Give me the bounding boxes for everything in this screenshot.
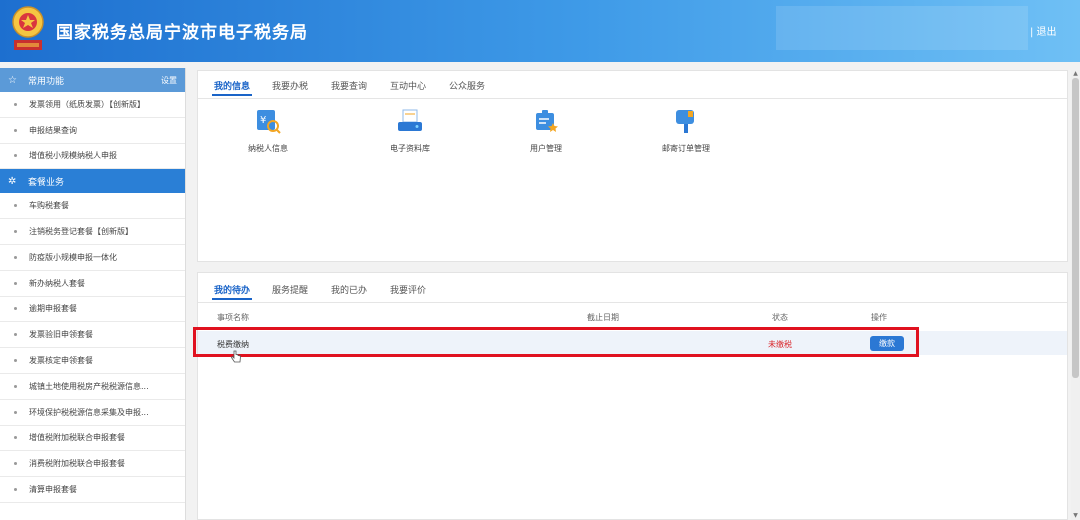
sidebar-item[interactable]: 新办纳税人套餐 [0, 271, 185, 297]
sidebar-item-label: 防疫版小规模申报一体化 [29, 252, 117, 262]
sidebar-item-label: 消费税附加税联合申报套餐 [29, 459, 125, 469]
sidebar-section-title: 套餐业务 [28, 177, 65, 188]
todo-tabs: 我的待办 服务提醒 我的已办 我要评价 [198, 273, 1067, 303]
sidebar-item[interactable]: 申报结果查询 [0, 118, 185, 144]
app-user-management[interactable]: 用户管理 [506, 107, 586, 154]
gear-icon: ✲ [8, 175, 17, 187]
app-mail-orders[interactable]: 邮寄订单管理 [646, 107, 726, 154]
sidebar-item-label: 城镇土地使用税房产税税源信息... [29, 381, 149, 391]
sidebar-item[interactable]: 城镇土地使用税房产税税源信息... [0, 374, 185, 400]
site-title: 国家税务总局宁波市电子税务局 [56, 23, 308, 43]
tab-service-reminder[interactable]: 服务提醒 [272, 283, 308, 296]
sidebar-item[interactable]: 注销税务登记套餐【创新版】 [0, 219, 185, 245]
sidebar-item[interactable]: 发票领用（纸质发票）【创新版】 [0, 92, 185, 118]
bullet-icon [14, 154, 17, 158]
tab-my-info[interactable]: 我的信息 [211, 79, 253, 96]
bullet-icon [14, 281, 17, 285]
column-header-action: 操作 [871, 313, 887, 322]
sidebar-item[interactable]: 增值税附加税联合申报套餐 [0, 426, 185, 452]
scroll-thumb[interactable] [1072, 78, 1079, 378]
bullet-icon [14, 204, 17, 208]
sidebar-item-label: 车购税套餐 [29, 201, 69, 211]
user-management-icon [536, 110, 558, 132]
bullet-icon [14, 128, 17, 132]
logout-link[interactable]: | 退出 [1030, 23, 1057, 38]
sidebar-item-label: 环境保护税税源信息采集及申报... [29, 407, 149, 417]
sidebar-item[interactable]: 车购税套餐 [0, 193, 185, 220]
hand-cursor-icon [230, 350, 241, 363]
app-label: 邮寄订单管理 [662, 144, 710, 153]
scroll-up-icon[interactable]: ▲ [1071, 70, 1080, 78]
pay-button[interactable]: 缴款 [870, 336, 904, 351]
tab-public-service[interactable]: 公众服务 [449, 79, 485, 92]
page-scrollbar[interactable]: ▲ ▼ [1071, 70, 1080, 520]
sidebar: ☆ 常用功能 设置 发票领用（纸质发票）【创新版】 申报结果查询 增值税小规模纳… [0, 68, 186, 520]
sidebar-item-label: 新办纳税人套餐 [29, 278, 85, 288]
site-header: 国家税务总局宁波市电子税务局 | 退出 [0, 0, 1080, 62]
sidebar-item-label: 增值税附加税联合申报套餐 [29, 433, 125, 443]
bullet-icon [14, 384, 17, 388]
my-info-panel: 我的信息 我要办税 我要查询 互动中心 公众服务 ¥ 纳税人信息 电子资料库 用… [197, 70, 1068, 262]
tab-do-tax[interactable]: 我要办税 [272, 79, 308, 92]
my-todo-panel: 我的待办 服务提醒 我的已办 我要评价 事项名称 截止日期 状态 操作 税费缴纳… [197, 272, 1068, 520]
status-badge: 未缴税 [768, 340, 792, 349]
tab-evaluate[interactable]: 我要评价 [390, 283, 426, 296]
tax-emblem-icon [12, 6, 44, 50]
bullet-icon [14, 410, 17, 414]
column-header-status: 状态 [772, 313, 788, 322]
bullet-icon [14, 230, 17, 234]
star-icon: ☆ [8, 74, 17, 86]
bullet-icon [14, 488, 17, 492]
bullet-icon [14, 436, 17, 440]
sidebar-item-label: 清算申报套餐 [29, 485, 77, 495]
svg-text:¥: ¥ [260, 115, 266, 126]
mail-order-icon [676, 110, 694, 133]
sidebar-item-label: 申报结果查询 [29, 125, 77, 135]
tab-query[interactable]: 我要查询 [331, 79, 367, 92]
e-library-icon [398, 109, 422, 131]
bullet-icon [14, 307, 17, 311]
sidebar-section-common[interactable]: ☆ 常用功能 设置 [0, 68, 185, 92]
app-label: 用户管理 [530, 144, 562, 153]
sidebar-item-label: 发票领用（纸质发票）【创新版】 [29, 99, 145, 109]
user-info-area [776, 6, 1028, 50]
sidebar-section-package[interactable]: ✲ 套餐业务 [0, 169, 185, 194]
app-e-library[interactable]: 电子资料库 [370, 107, 450, 154]
bullet-icon [14, 255, 17, 259]
sidebar-item-label: 注销税务登记套餐【创新版】 [29, 227, 133, 237]
bullet-icon [14, 333, 17, 337]
sidebar-item[interactable]: 发票核定申领套餐 [0, 348, 185, 374]
sidebar-section-title: 常用功能 [28, 76, 65, 87]
sidebar-item-label: 发票核定申领套餐 [29, 356, 93, 366]
bullet-icon [14, 359, 17, 363]
tab-my-done[interactable]: 我的已办 [331, 283, 367, 296]
table-row[interactable]: 税费缴纳 未缴税 缴款 [198, 331, 1067, 355]
sidebar-item[interactable]: 发票验旧申领套餐 [0, 322, 185, 349]
tab-my-todo[interactable]: 我的待办 [211, 283, 253, 300]
tab-interaction[interactable]: 互动中心 [390, 79, 426, 92]
app-label: 纳税人信息 [248, 144, 288, 153]
scroll-down-icon[interactable]: ▼ [1071, 512, 1080, 520]
sidebar-item-label: 增值税小规模纳税人申报 [29, 151, 117, 161]
sidebar-item[interactable]: 增值税小规模纳税人申报 [0, 144, 185, 170]
taxpayer-info-icon: ¥ [257, 110, 281, 134]
sidebar-item-label: 逾期申报套餐 [29, 304, 77, 314]
sidebar-settings-link[interactable]: 设置 [161, 75, 177, 86]
column-header-deadline: 截止日期 [587, 313, 619, 322]
info-tabs: 我的信息 我要办税 我要查询 互动中心 公众服务 [198, 71, 1067, 99]
bullet-icon [14, 102, 17, 106]
sidebar-item[interactable]: 清算申报套餐 [0, 477, 185, 503]
sidebar-item[interactable]: 逾期申报套餐 [0, 297, 185, 323]
app-label: 电子资料库 [390, 144, 430, 153]
sidebar-item[interactable]: 环境保护税税源信息采集及申报... [0, 400, 185, 426]
sidebar-item-label: 发票验旧申领套餐 [29, 330, 93, 340]
bullet-icon [14, 462, 17, 466]
sidebar-item[interactable]: 消费税附加税联合申报套餐 [0, 451, 185, 478]
app-taxpayer-info[interactable]: ¥ 纳税人信息 [228, 107, 308, 154]
todo-item-name: 税费缴纳 [217, 340, 249, 349]
sidebar-item[interactable]: 防疫版小规模申报一体化 [0, 245, 185, 271]
column-header-name: 事项名称 [217, 313, 249, 322]
